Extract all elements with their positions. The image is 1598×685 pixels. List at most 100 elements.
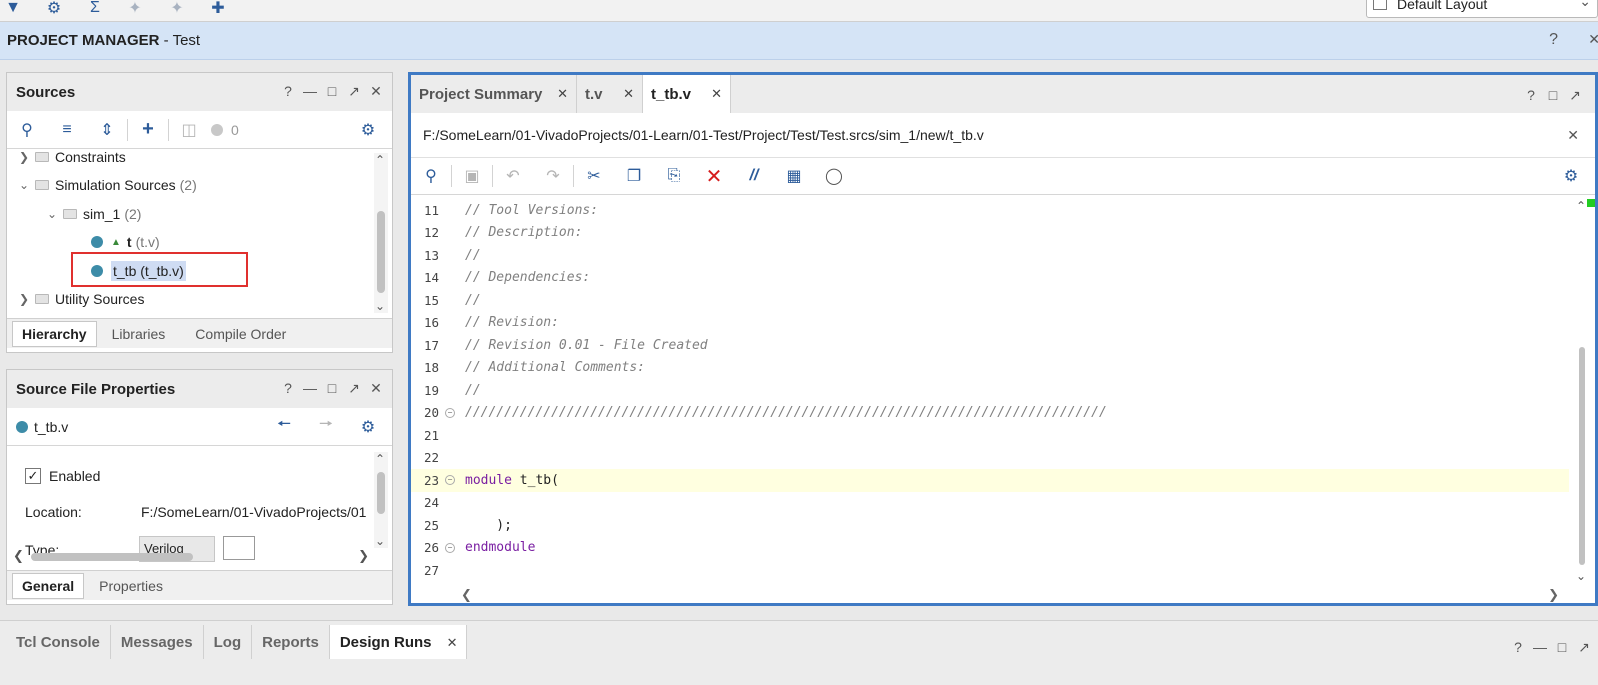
enabled-checkbox[interactable]: ✓ (25, 468, 41, 484)
editor-vscrollbar[interactable]: ⌃ ⌄ (1575, 199, 1589, 583)
expand-all-icon[interactable]: ⇕ (87, 120, 127, 140)
close-icon[interactable]: ✕ (623, 86, 634, 102)
tree-node-sim-1[interactable]: ⌄ sim_1 (2) (45, 201, 142, 227)
sigma-icon[interactable]: Σ (84, 0, 106, 18)
undo-icon[interactable]: ↶ (493, 166, 533, 186)
close-icon[interactable]: ✕ (368, 83, 384, 100)
chevron-right-icon[interactable]: ❯ (358, 548, 369, 564)
sources-scrollbar[interactable]: ⌃ ⌄ (374, 153, 388, 313)
close-icon[interactable]: ✕ (368, 380, 384, 397)
chevron-up-icon[interactable]: ⌃ (375, 452, 385, 466)
chevron-up-icon[interactable]: ⌃ (375, 153, 385, 167)
tab-libraries[interactable]: Libraries (103, 322, 175, 346)
properties-vscrollbar[interactable]: ⌃ ⌄ (374, 452, 388, 548)
chevron-right-icon[interactable]: ❯ (17, 292, 31, 306)
gear-icon[interactable]: ⚙ (1551, 166, 1591, 186)
close-icon[interactable]: ✕ (1567, 127, 1579, 144)
chevron-left-icon[interactable]: ❮ (13, 548, 24, 564)
wand-icon[interactable]: ✦ (124, 0, 146, 18)
gear-icon[interactable]: ⚙ (348, 417, 388, 437)
float-icon[interactable]: ↗ (1576, 639, 1592, 656)
tab-reports[interactable]: Reports (252, 625, 330, 659)
fold-icon[interactable]: − (445, 542, 455, 553)
collapse-all-icon[interactable]: ≡ (47, 121, 87, 139)
close-icon[interactable]: ✕ (557, 86, 568, 102)
float-icon[interactable]: ↗ (346, 380, 362, 397)
tree-node-constraints[interactable]: ❯ Constraints (17, 150, 126, 170)
chevron-down-icon[interactable]: ⌄ (1576, 569, 1586, 583)
code-line[interactable]: 13 // (411, 244, 1569, 267)
code-line[interactable]: 16 // Revision: (411, 312, 1569, 335)
code-area[interactable]: 11 // Tool Versions: 12 // Description: 13 //… (411, 199, 1569, 583)
tab-properties[interactable]: Properties (90, 574, 172, 598)
maximize-icon[interactable]: □ (324, 380, 340, 397)
copy-icon[interactable]: ❐ (614, 166, 654, 186)
chevron-left-icon[interactable]: ❮ (461, 587, 472, 602)
tab-t-v[interactable]: t.v ✕ (577, 75, 643, 113)
paste-icon[interactable]: ⎘ (654, 167, 694, 185)
scroll-thumb[interactable] (31, 553, 193, 561)
help-icon[interactable]: ? (1510, 639, 1526, 656)
lightbulb-icon[interactable]: ◯ (814, 166, 854, 186)
code-line[interactable]: 18 // Additional Comments: (411, 357, 1569, 380)
gear-icon[interactable]: ⚙ (348, 120, 388, 140)
minimize-icon[interactable]: — (302, 83, 318, 100)
scroll-thumb[interactable] (377, 211, 385, 293)
chevron-right-icon[interactable]: ❯ (1548, 587, 1559, 602)
code-line[interactable]: 14 // Dependencies: (411, 267, 1569, 290)
editor-hscrollbar[interactable]: ❮ ❯ (451, 587, 1569, 602)
fold-gutter[interactable]: − (439, 407, 461, 418)
help-icon[interactable]: ? (1549, 31, 1558, 49)
layout-select[interactable]: Default Layout ⌄ (1366, 0, 1598, 18)
back-arrow-icon[interactable]: 🠔 (264, 413, 304, 440)
forward-arrow-icon[interactable]: 🠖 (306, 413, 346, 440)
minimize-icon[interactable]: — (1532, 639, 1548, 656)
tab-compile-order[interactable]: Compile Order (186, 322, 295, 346)
tab-project-summary[interactable]: Project Summary ✕ (411, 75, 577, 113)
fold-gutter[interactable]: − (439, 475, 461, 486)
maximize-icon[interactable]: □ (324, 83, 340, 100)
search-icon[interactable]: ⚲ (411, 166, 451, 186)
help-icon[interactable]: ? (1523, 87, 1539, 104)
properties-icon[interactable]: ◫ (169, 120, 209, 140)
delete-icon[interactable]: ✕ (694, 164, 734, 189)
tab-t-tb-v[interactable]: t_tb.v ✕ (643, 75, 731, 113)
chevron-up-icon[interactable]: ⌃ (1576, 199, 1586, 213)
tree-node-simulation-sources[interactable]: ⌄ Simulation Sources (2) (17, 172, 197, 198)
code-line[interactable]: 11 // Tool Versions: (411, 199, 1569, 222)
tab-tcl-console[interactable]: Tcl Console (6, 625, 111, 659)
code-line[interactable]: 12 // Description: (411, 222, 1569, 245)
block-icon[interactable]: ▦ (774, 166, 814, 186)
search-icon[interactable]: ⚲ (7, 120, 47, 140)
code-line[interactable]: 22 (411, 447, 1569, 470)
chevron-down-icon[interactable]: ⌄ (45, 207, 59, 221)
save-icon[interactable]: ▣ (452, 166, 492, 186)
maximize-icon[interactable]: □ (1545, 87, 1561, 104)
code-line[interactable]: 17 // Revision 0.01 - File Created (411, 334, 1569, 357)
maximize-icon[interactable]: □ (1554, 639, 1570, 656)
float-icon[interactable]: ↗ (346, 83, 362, 100)
scroll-thumb[interactable] (377, 472, 385, 514)
tab-design-runs[interactable]: Design Runs ✕ (329, 625, 467, 659)
code-line[interactable]: 21 (411, 424, 1569, 447)
close-icon[interactable]: ✕ (447, 635, 458, 651)
code-line[interactable]: 26− endmodule (411, 537, 1569, 560)
comment-icon[interactable]: // (734, 167, 774, 185)
code-line[interactable]: 20−/////////////////////////////////////… (411, 402, 1569, 425)
code-line[interactable]: 15 // (411, 289, 1569, 312)
code-line[interactable]: 19 // (411, 379, 1569, 402)
tab-hierarchy[interactable]: Hierarchy (12, 320, 97, 347)
help-icon[interactable]: ? (280, 83, 296, 100)
probe-icon[interactable]: ✚ (207, 0, 229, 18)
redo-icon[interactable]: ↷ (533, 166, 573, 186)
chevron-right-icon[interactable]: ❯ (17, 150, 31, 164)
close-icon[interactable]: ✕ (1588, 31, 1598, 48)
wand-disabled-icon[interactable]: ✦ (166, 0, 188, 18)
chevron-down-icon[interactable]: ⌄ (375, 299, 385, 313)
fold-icon[interactable]: − (445, 407, 455, 418)
run-icon[interactable]: ▼ (2, 0, 24, 18)
help-icon[interactable]: ? (280, 380, 296, 397)
minimize-icon[interactable]: — (302, 380, 318, 397)
code-line[interactable]: 24 (411, 492, 1569, 515)
chevron-down-icon[interactable]: ⌄ (17, 178, 31, 192)
